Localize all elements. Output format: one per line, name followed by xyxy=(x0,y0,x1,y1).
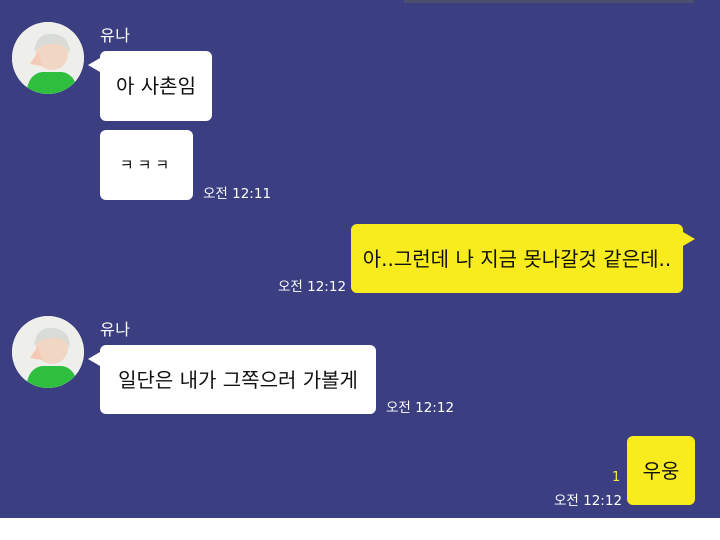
message-text: 아 사촌임 xyxy=(116,74,196,98)
top-edge-bar xyxy=(404,0,694,3)
unread-count: 1 xyxy=(612,470,621,485)
chat-area[interactable]: 유나 아 사촌임 ㅋㅋㅋ 오전 12:11 아..그런데 나 지금 못나갈것 같… xyxy=(0,0,720,518)
sender-avatar[interactable] xyxy=(12,22,84,94)
sender-name: 유나 xyxy=(100,26,131,45)
message-text: 아..그런데 나 지금 못나갈것 같은데.. xyxy=(362,246,672,271)
message-bubble[interactable]: 일단은 내가 그쪽으러 가볼게 xyxy=(100,345,376,414)
message-bubble[interactable]: 우웅 xyxy=(627,436,695,505)
message-bubble[interactable]: ㅋㅋㅋ xyxy=(100,130,193,200)
sender-avatar[interactable] xyxy=(12,316,84,388)
message-text: 일단은 내가 그쪽으러 가볼게 xyxy=(118,367,358,392)
message-bubble[interactable]: 아 사촌임 xyxy=(100,51,212,121)
avatar-photo-icon xyxy=(12,316,84,388)
message-time: 오전 12:12 xyxy=(554,493,623,509)
message-time: 오전 12:11 xyxy=(203,186,272,202)
message-text: 우웅 xyxy=(642,458,680,483)
bubble-tail xyxy=(88,58,100,72)
message-time: 오전 12:12 xyxy=(386,400,455,416)
message-text: ㅋㅋㅋ xyxy=(119,155,174,174)
bottom-input-bar[interactable] xyxy=(0,518,720,540)
message-bubble[interactable]: 아..그런데 나 지금 못나갈것 같은데.. xyxy=(351,224,683,293)
bubble-tail xyxy=(88,352,100,366)
avatar-photo-icon xyxy=(12,22,84,94)
bubble-tail xyxy=(683,232,695,246)
message-time: 오전 12:12 xyxy=(278,279,347,295)
sender-name: 유나 xyxy=(100,320,131,339)
